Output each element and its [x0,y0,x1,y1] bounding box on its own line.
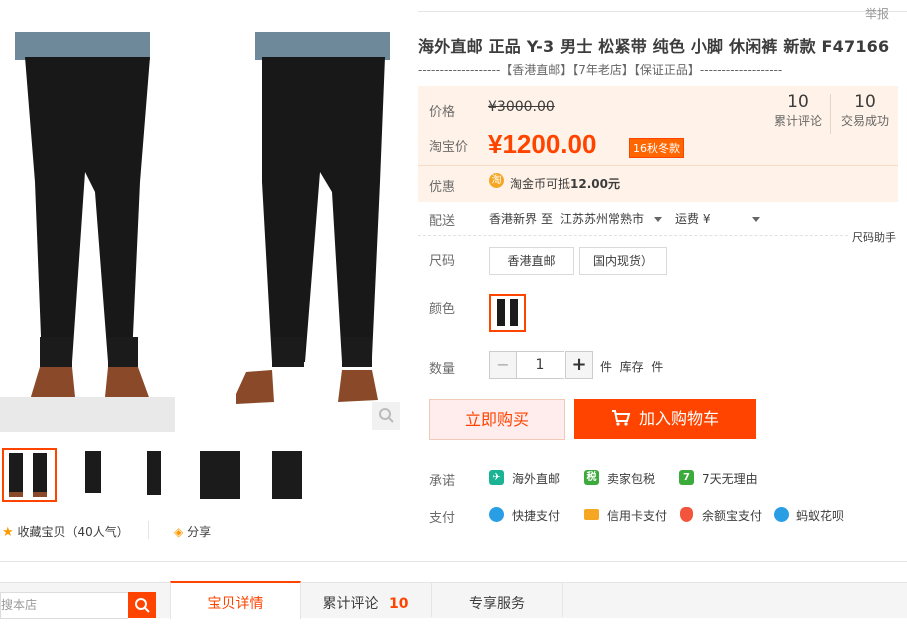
color-label: 颜色 [429,302,456,317]
original-price: ¥3000.00 [488,99,555,115]
thumbnail-1[interactable] [2,448,57,502]
thumbnail-4[interactable] [192,448,245,500]
main-product-image[interactable] [0,32,403,432]
pants-thumbnail-image [147,451,161,495]
shipping-fee-select[interactable]: 运费 ¥ [675,210,761,227]
add-to-cart-button[interactable]: 加入购物车 [574,399,756,439]
promise-label: 承诺 [429,474,456,489]
thumbnail-3[interactable] [129,448,182,500]
promise-overseas-direct[interactable]: 海外直邮 [512,470,560,487]
share-button[interactable]: ◈ 分享 [174,523,211,540]
reviews-stat[interactable]: 10 累计评论 [766,92,830,129]
tax-included-icon: 税 [584,470,599,485]
star-icon: ★ [2,525,14,540]
pants-photo [0,32,390,432]
search-icon [135,598,150,613]
sales-label: 交易成功 [840,114,889,128]
quantity-decrease-button[interactable]: − [489,351,517,379]
size-label: 尺码 [429,254,456,269]
sales-count: 10 [854,92,876,112]
report-link[interactable]: 举报 [865,5,889,22]
reviews-count: 10 [787,92,809,112]
pants-swatch-image [497,299,518,326]
cart-icon [611,410,631,426]
favorite-button[interactable]: ★ 收藏宝贝（40人气） [2,523,129,540]
product-subtitle: -------------------【香港直邮】【7年老店】【保证正品】---… [418,63,783,77]
price-label: 价格 [429,105,456,120]
top-divider [418,11,907,12]
shipping-label: 配送 [429,214,456,229]
pants-thumbnail-image [272,451,302,499]
ship-destination-select[interactable]: 江苏苏州常熟市 [560,210,662,227]
tab-details[interactable]: 宝贝详情 [170,581,301,619]
size-helper-link[interactable]: 尺码助手 [852,229,896,245]
pants-thumbnail-image [9,453,47,497]
promo-text: 淘金币可抵12.00元 [510,177,620,191]
quantity-input[interactable]: 1 [516,351,564,379]
tab-reviews[interactable]: 累计评论 10 [300,583,432,617]
promise-seven-day-return[interactable]: 7天无理由 [702,470,758,487]
stock-text: 件 库存 件 [600,360,664,374]
promo-label: 优惠 [429,180,456,195]
taobao-coin-icon: 淘 [489,173,504,188]
payment-yuebao[interactable]: 余额宝支付 [702,507,762,524]
zoom-button[interactable] [372,402,400,430]
chevron-down-icon [752,217,761,222]
thumbnail-5[interactable] [254,448,307,500]
sales-stat: 10 交易成功 [834,92,896,129]
quantity-label: 数量 [429,362,456,377]
stat-divider [830,94,831,134]
quick-pay-icon [489,507,504,522]
size-option-domestic[interactable]: 国内现货） [579,247,667,275]
current-price: ¥1200.00 [488,129,597,159]
payment-quick-pay[interactable]: 快捷支付 [512,507,560,524]
payment-credit-card[interactable]: 信用卡支付 [607,507,667,524]
ship-to-word: 至 [541,212,554,226]
payment-label: 支付 [429,511,456,526]
ship-from: 香港新界 [489,212,538,226]
shop-search-button[interactable] [128,592,156,618]
promise-tax-included[interactable]: 卖家包税 [607,470,655,487]
buy-now-button[interactable]: 立即购买 [429,399,565,440]
taobao-price-label: 淘宝价 [429,140,469,155]
yuebao-icon [680,507,693,522]
pants-thumbnail-image [85,451,101,493]
reviews-label: 累计评论 [773,114,822,128]
overseas-direct-icon: ✈ [489,470,504,485]
chevron-down-icon [653,217,662,222]
pants-thumbnail-image [200,451,240,499]
seven-day-return-icon: 7 [679,470,694,485]
search-icon [379,408,394,423]
shop-search-input[interactable]: 搜本店 [0,592,128,619]
size-option-hk[interactable]: 香港直邮 [489,247,574,275]
tab-exclusive-service[interactable]: 专享服务 [432,583,563,617]
product-title: 海外直邮 正品 Y-3 男士 松紧带 纯色 小脚 休闲裤 新款 F47166 [418,37,890,56]
dashed-divider [418,235,848,236]
huabei-icon [774,507,789,522]
share-icon: ◈ [174,525,184,539]
promo-divider [418,165,898,166]
quantity-increase-button[interactable]: + [565,351,593,379]
credit-card-icon [584,509,599,520]
season-badge: 16秋冬款 [629,138,684,158]
color-option-black[interactable] [489,294,526,332]
divider [148,521,149,539]
thumbnail-2[interactable] [67,448,120,500]
payment-huabei[interactable]: 蚂蚁花呗 [796,507,844,524]
section-divider [0,561,907,562]
reviews-count-badge: 10 [388,596,409,612]
